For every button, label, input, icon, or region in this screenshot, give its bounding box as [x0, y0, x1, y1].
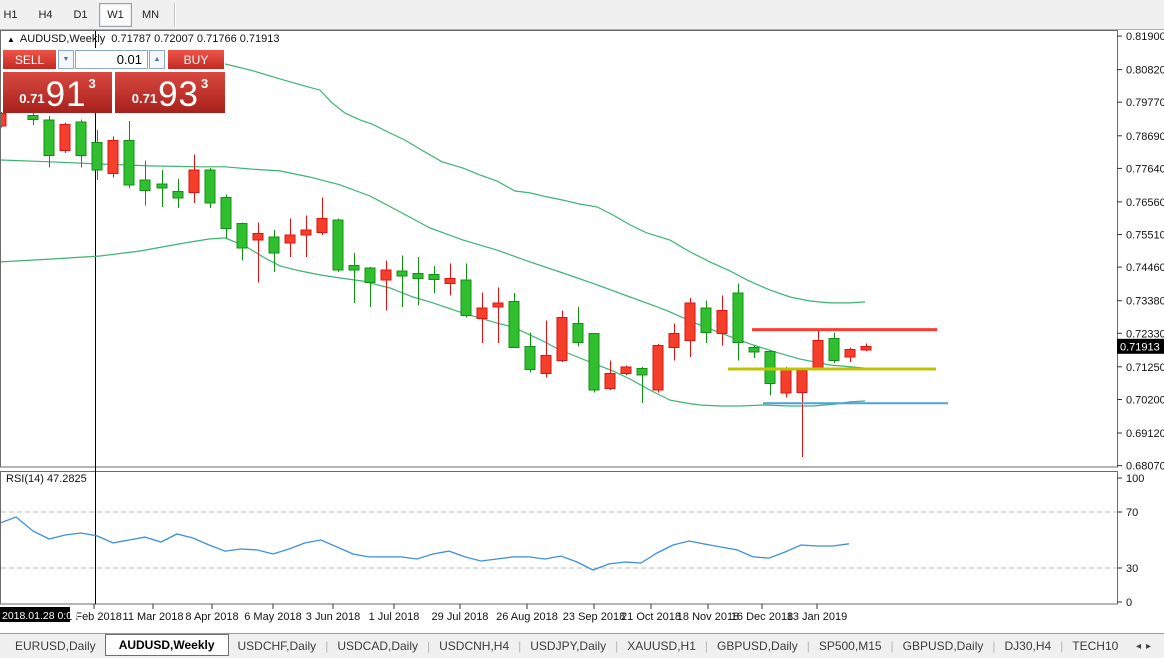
svg-text:0.70200: 0.70200 [1126, 395, 1164, 407]
time-axis: 1 Feb 201811 Mar 20188 Apr 20186 May 201… [0, 604, 847, 623]
chart-ohlc-values: 0.71787 0.72007 0.71766 0.71913 [111, 33, 279, 45]
rsi-pane [0, 517, 849, 570]
tab-gbpusd-daily[interactable]: GBPUSD,Daily [708, 636, 807, 656]
svg-text:0.76560: 0.76560 [1126, 197, 1164, 209]
chart-tabs: EURUSD,DailyAUDUSD,WeeklyUSDCHF,Daily|US… [6, 636, 1127, 656]
tab-usdcnh-h4[interactable]: USDCNH,H4 [430, 636, 518, 656]
tab-scroll-left-icon[interactable]: ◂ [1136, 641, 1146, 652]
tab-usdcad-daily[interactable]: USDCAD,Daily [328, 636, 427, 656]
volume-decrease-button[interactable]: ▼ [58, 50, 74, 69]
tab-tech10[interactable]: TECH10 [1063, 636, 1127, 656]
svg-text:29 Jul 2018: 29 Jul 2018 [432, 611, 489, 623]
chart-symbol-label: AUDUSD,Weekly [20, 33, 105, 45]
svg-text:0.71250: 0.71250 [1126, 362, 1164, 374]
sell-price-sup: 3 [89, 76, 96, 91]
svg-text:30: 30 [1126, 563, 1138, 575]
mt4-window: H1H4D1W1MN 0.819000.808200.797700.786900… [0, 0, 1164, 658]
svg-text:2018.01.28 0:00: 2018.01.28 0:00 [2, 610, 78, 622]
svg-text:8 Apr 2018: 8 Apr 2018 [185, 611, 238, 623]
svg-text:70: 70 [1126, 507, 1138, 519]
tab-xauusd-h1[interactable]: XAUUSD,H1 [618, 636, 705, 656]
buy-price-sup: 3 [201, 76, 208, 91]
candles [0, 63, 871, 458]
svg-text:23 Sep 2018: 23 Sep 2018 [563, 611, 625, 623]
svg-text:0.73380: 0.73380 [1126, 296, 1164, 308]
rsi-label: RSI(14) 47.2825 [6, 473, 87, 485]
svg-text:0.80820: 0.80820 [1126, 65, 1164, 77]
chevron-up-icon: ▲ [154, 56, 161, 63]
svg-text:0.77640: 0.77640 [1126, 163, 1164, 175]
buy-price-button[interactable]: 0.71 93 3 [115, 72, 225, 113]
svg-text:16 Dec 2018: 16 Dec 2018 [731, 611, 793, 623]
svg-text:0.79770: 0.79770 [1126, 97, 1164, 109]
tab-audusd-weekly[interactable]: AUDUSD,Weekly [105, 634, 229, 656]
svg-text:11 Mar 2018: 11 Mar 2018 [123, 611, 184, 623]
tab-usdjpy-daily[interactable]: USDJPY,Daily [521, 636, 615, 656]
rsi-line [0, 517, 849, 570]
svg-text:1 Jul 2018: 1 Jul 2018 [369, 611, 420, 623]
one-click-trading-panel: SELL ▼ 0.01 ▲ BUY 0.71 91 3 0.71 93 3 [2, 48, 225, 113]
svg-text:21 Oct 2018: 21 Oct 2018 [621, 611, 681, 623]
svg-text:3 Jun 2018: 3 Jun 2018 [306, 611, 360, 623]
chart-tab-bar: EURUSD,DailyAUDUSD,WeeklyUSDCHF,Daily|US… [0, 633, 1164, 658]
svg-text:0.68070: 0.68070 [1126, 461, 1164, 473]
svg-text:6 May 2018: 6 May 2018 [244, 611, 301, 623]
buy-button[interactable]: BUY [168, 50, 224, 69]
tab-usdchf-daily[interactable]: USDCHF,Daily [229, 636, 326, 656]
svg-text:13 Jan 2019: 13 Jan 2019 [787, 611, 848, 623]
svg-text:0.69120: 0.69120 [1126, 428, 1164, 440]
svg-text:0.75510: 0.75510 [1126, 230, 1164, 242]
svg-text:100: 100 [1126, 473, 1144, 485]
tab-eurusd-daily[interactable]: EURUSD,Daily [6, 636, 105, 656]
svg-text:0.81900: 0.81900 [1126, 31, 1164, 43]
volume-increase-button[interactable]: ▲ [149, 50, 165, 69]
tab-gbpusd-daily-2[interactable]: GBPUSD,Daily [894, 636, 993, 656]
price-axis: 0.81900 0.80820 0.79770 0.78690 0.77640 0.765… [1117, 31, 1164, 609]
sell-price-small: 0.71 [19, 91, 44, 106]
volume-input[interactable]: 0.01 [75, 50, 148, 69]
tab-scroll-right-icon[interactable]: ▸ [1146, 641, 1156, 652]
svg-text:0.78690: 0.78690 [1126, 131, 1164, 143]
chart-title: ▲ AUDUSD,Weekly 0.71787 0.72007 0.71766 … [7, 33, 280, 45]
tab-scroll-arrows: ◂▸ [1136, 641, 1156, 652]
buy-price-big: 93 [158, 78, 199, 111]
sell-button[interactable]: SELL [3, 50, 56, 69]
svg-text:26 Aug 2018: 26 Aug 2018 [496, 611, 558, 623]
sell-price-button[interactable]: 0.71 91 3 [3, 72, 112, 113]
svg-text:0.71913: 0.71913 [1120, 341, 1160, 353]
sell-price-big: 91 [46, 78, 87, 111]
main-pane [0, 63, 948, 458]
tab-sp500-m15[interactable]: SP500,M15 [810, 636, 891, 656]
chart-title-arrow-icon[interactable]: ▲ [7, 35, 15, 44]
svg-text:0.74460: 0.74460 [1126, 262, 1164, 274]
buy-price-small: 0.71 [132, 91, 157, 106]
svg-text:0.72330: 0.72330 [1126, 328, 1164, 340]
svg-text:0: 0 [1126, 597, 1132, 609]
tab-dj30-h4[interactable]: DJ30,H4 [995, 636, 1060, 656]
chevron-down-icon: ▼ [63, 56, 70, 63]
